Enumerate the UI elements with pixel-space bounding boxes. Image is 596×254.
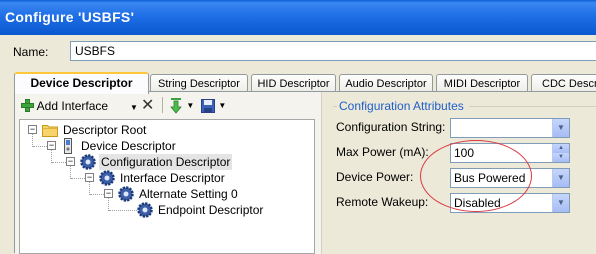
save-disk-icon: [201, 99, 215, 113]
tree-node-alternate-setting[interactable]: − Alternate Setting 0: [104, 186, 304, 202]
tree-node-label: Configuration Descriptor: [99, 154, 233, 170]
pane-splitter[interactable]: [321, 92, 329, 254]
tree-node-device-descriptor[interactable]: − Device Descriptor: [47, 138, 247, 154]
tab-device-descriptor[interactable]: Device Descriptor: [14, 72, 149, 94]
collapse-icon[interactable]: −: [28, 125, 37, 134]
properties-pane: Configuration Attributes Configuration S…: [329, 92, 596, 254]
descriptor-tree-pane: Add Interface ▼ ✕ ▼ ▼ − Descriptor Root …: [15, 92, 321, 254]
configuration-string-combo[interactable]: ▼: [450, 118, 570, 138]
remote-wakeup-select[interactable]: Disabled ▼: [450, 193, 570, 213]
tree-line: [52, 162, 66, 163]
descriptor-tree[interactable]: − Descriptor Root − Device Descriptor − …: [19, 119, 315, 254]
group-border: [469, 106, 596, 107]
max-power-spinner[interactable]: 100 ▲ ▼: [450, 143, 570, 163]
spin-down-icon[interactable]: ▼: [552, 153, 569, 162]
configuration-attributes-title: Configuration Attributes: [339, 99, 464, 113]
toolbar-separator: [162, 97, 163, 113]
add-interface-button[interactable]: Add Interface: [21, 97, 108, 115]
import-button[interactable]: ▼: [169, 97, 194, 115]
window-titlebar: Configure 'USBFS': [0, 0, 596, 35]
device-descriptor-panel: Add Interface ▼ ✕ ▼ ▼ − Descriptor Root …: [14, 91, 596, 254]
dropdown-arrow-icon: ▼: [130, 103, 138, 112]
tree-node-label: Interface Descriptor: [120, 171, 225, 185]
tree-node-descriptor-root[interactable]: − Descriptor Root: [28, 122, 228, 138]
spin-up-icon[interactable]: ▲: [552, 144, 569, 153]
delete-x-icon: ✕: [141, 97, 155, 114]
configuration-string-label: Configuration String:: [336, 120, 446, 134]
tree-node-configuration-descriptor[interactable]: − Configuration Descriptor: [66, 154, 286, 170]
tree-node-label: Alternate Setting 0: [139, 187, 238, 201]
name-input[interactable]: USBFS: [70, 41, 596, 61]
tree-node-endpoint-descriptor[interactable]: Endpoint Descriptor: [137, 202, 307, 218]
add-interface-dropdown[interactable]: ▼: [130, 97, 138, 115]
max-power-label: Max Power (mA):: [336, 145, 429, 159]
collapse-icon[interactable]: −: [104, 189, 113, 198]
add-interface-label: Add Interface: [36, 99, 109, 113]
tree-toolbar: Add Interface ▼ ✕ ▼ ▼: [19, 95, 319, 117]
group-border: [333, 106, 337, 107]
remote-wakeup-value: Disabled: [454, 196, 501, 210]
chevron-down-icon[interactable]: ▼: [552, 194, 569, 212]
window-title: Configure 'USBFS': [5, 9, 135, 25]
gear-icon: [99, 170, 115, 186]
collapse-icon[interactable]: −: [66, 157, 75, 166]
gear-icon: [118, 186, 134, 202]
tree-node-label: Endpoint Descriptor: [158, 203, 264, 217]
usb-device-icon: [64, 138, 72, 154]
folder-icon: [42, 125, 58, 137]
delete-button[interactable]: ✕: [141, 97, 154, 115]
chevron-down-icon[interactable]: ▼: [552, 169, 569, 187]
name-label: Name:: [13, 45, 49, 59]
device-power-label: Device Power:: [336, 170, 414, 184]
tree-line: [90, 194, 104, 195]
dropdown-arrow-icon: ▼: [186, 101, 195, 110]
dropdown-arrow-icon: ▼: [218, 101, 227, 110]
tree-line: [71, 178, 85, 179]
dialog-client-area: Name: USBFS Device Descriptor String Des…: [0, 35, 596, 254]
max-power-value: 100: [454, 146, 475, 160]
add-icon: [21, 99, 37, 115]
chevron-down-icon[interactable]: ▼: [552, 119, 569, 137]
save-button[interactable]: ▼: [201, 97, 226, 115]
tree-node-label: Descriptor Root: [63, 123, 147, 137]
device-power-select[interactable]: Bus Powered ▼: [450, 168, 570, 188]
tree-line: [33, 146, 47, 147]
collapse-icon[interactable]: −: [47, 141, 56, 150]
collapse-icon[interactable]: −: [85, 173, 94, 182]
tab-strip: Device Descriptor String Descriptor HID …: [14, 72, 596, 94]
gear-icon: [80, 154, 96, 170]
gear-icon: [137, 202, 153, 218]
tree-node-label: Device Descriptor: [81, 139, 176, 153]
remote-wakeup-label: Remote Wakeup:: [336, 195, 429, 209]
device-power-value: Bus Powered: [454, 171, 526, 185]
tree-node-interface-descriptor[interactable]: − Interface Descriptor: [85, 170, 285, 186]
import-arrow-icon: [170, 98, 182, 114]
tree-line: [109, 210, 137, 211]
